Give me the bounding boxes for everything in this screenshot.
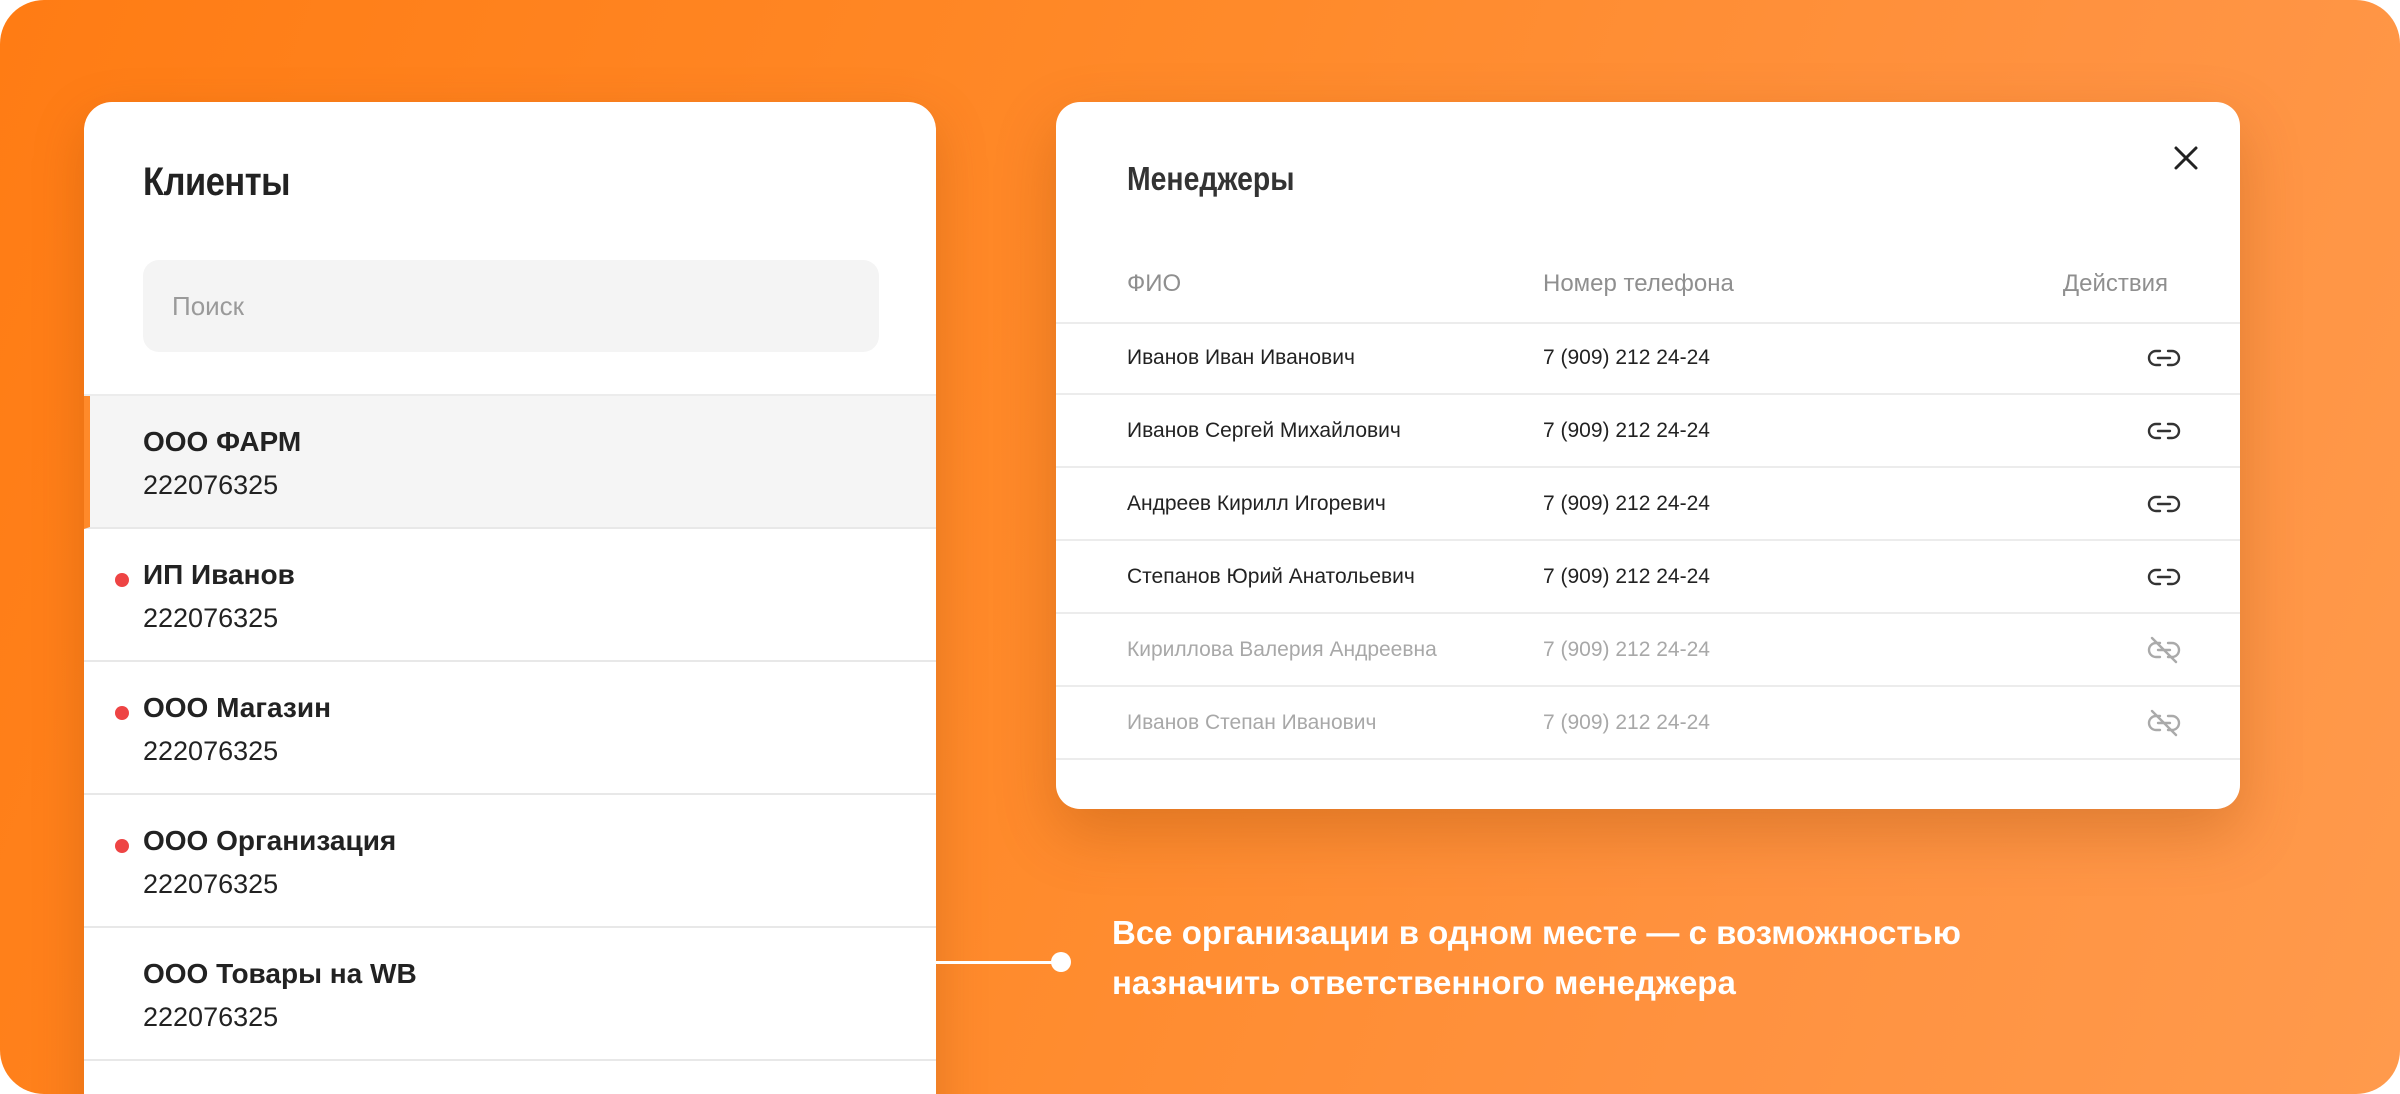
client-item-magazin[interactable]: ООО Магазин 222076325 — [84, 662, 936, 795]
table-row: Иванов Иван Иванович 7 (909) 212 24-24 — [1056, 322, 2240, 395]
manager-fio: Иванов Иван Иванович — [1127, 346, 1355, 369]
clients-panel: Клиенты ООО ФАРМ 222076325 ИП Иванов 222… — [84, 102, 936, 1094]
column-header-phone: Номер телефона — [1543, 270, 1734, 297]
unlink-icon — [2147, 709, 2181, 737]
column-header-fio: ФИО — [1127, 270, 1182, 297]
link-button[interactable] — [2146, 488, 2182, 520]
table-row: Кириллова Валерия Андреевна 7 (909) 212 … — [1056, 614, 2240, 687]
client-name: ООО ФАРМ — [143, 426, 302, 457]
table-header: ФИО Номер телефона Действия — [1056, 260, 2240, 324]
link-icon — [2147, 349, 2181, 367]
manager-fio: Иванов Степан Иванович — [1127, 711, 1377, 734]
client-inn: 222076325 — [143, 470, 279, 500]
link-button[interactable] — [2146, 415, 2182, 447]
manager-fio: Кириллова Валерия Андреевна — [1127, 638, 1437, 661]
unlink-button[interactable] — [2146, 634, 2182, 666]
connector-line — [936, 961, 1062, 964]
link-button[interactable] — [2146, 342, 2182, 374]
unread-dot-icon — [115, 706, 129, 720]
link-button[interactable] — [2146, 561, 2182, 593]
manager-phone: 7 (909) 212 24-24 — [1543, 565, 1710, 588]
client-inn: 222076325 — [143, 869, 279, 899]
client-list: ООО ФАРМ 222076325 ИП Иванов 222076325 О… — [84, 396, 936, 1061]
client-item-farm[interactable]: ООО ФАРМ 222076325 — [84, 396, 936, 529]
caption-line-2: назначить ответственного менеджера — [1112, 964, 1736, 1001]
client-name: ИП Иванов — [143, 559, 295, 590]
caption-line-1: Все организации в одном месте — с возмож… — [1112, 914, 1961, 951]
column-header-actions: Действия — [2062, 270, 2168, 297]
table-row: Андреев Кирилл Игоревич 7 (909) 212 24-2… — [1056, 468, 2240, 541]
search-input[interactable] — [143, 260, 879, 352]
manager-phone: 7 (909) 212 24-24 — [1543, 492, 1710, 515]
connector-dot — [1051, 952, 1071, 972]
table-row: Иванов Степан Иванович 7 (909) 212 24-24 — [1056, 687, 2240, 760]
manager-fio: Степанов Юрий Анатольевич — [1127, 565, 1415, 588]
client-name: ООО Магазин — [143, 692, 331, 723]
manager-fio: Андреев Кирилл Игоревич — [1127, 492, 1386, 515]
manager-phone: 7 (909) 212 24-24 — [1543, 638, 1710, 661]
close-icon — [2174, 146, 2198, 170]
link-icon — [2147, 495, 2181, 513]
clients-title: Клиенты — [143, 160, 291, 204]
client-inn: 222076325 — [143, 1002, 279, 1032]
managers-title: Менеджеры — [1127, 160, 1295, 197]
manager-phone: 7 (909) 212 24-24 — [1543, 711, 1710, 734]
table-row: Степанов Юрий Анатольевич 7 (909) 212 24… — [1056, 541, 2240, 614]
manager-phone: 7 (909) 212 24-24 — [1543, 419, 1710, 442]
table-row: Иванов Сергей Михайлович 7 (909) 212 24-… — [1056, 395, 2240, 468]
client-item-tovary-wb[interactable]: ООО Товары на WB 222076325 — [84, 928, 936, 1061]
link-icon — [2147, 568, 2181, 586]
client-name: ООО Товары на WB — [143, 958, 417, 989]
close-button[interactable] — [2166, 138, 2206, 178]
client-item-ivanov[interactable]: ИП Иванов 222076325 — [84, 529, 936, 662]
promo-canvas: Клиенты ООО ФАРМ 222076325 ИП Иванов 222… — [0, 0, 2400, 1094]
unlink-button[interactable] — [2146, 707, 2182, 739]
manager-phone: 7 (909) 212 24-24 — [1543, 346, 1710, 369]
client-inn: 222076325 — [143, 736, 279, 766]
manager-fio: Иванов Сергей Михайлович — [1127, 419, 1401, 442]
link-icon — [2147, 422, 2181, 440]
client-inn: 222076325 — [143, 603, 279, 633]
managers-table-body: Иванов Иван Иванович 7 (909) 212 24-24 И… — [1056, 322, 2240, 760]
client-name: ООО Организация — [143, 825, 397, 856]
unlink-icon — [2147, 636, 2181, 664]
unread-dot-icon — [115, 839, 129, 853]
client-item-organizatsiya[interactable]: ООО Организация 222076325 — [84, 795, 936, 928]
managers-modal: Менеджеры ФИО Номер телефона Действия Ив… — [1056, 102, 2240, 809]
unread-dot-icon — [115, 573, 129, 587]
caption: Все организации в одном месте — с возмож… — [1112, 908, 2212, 1008]
